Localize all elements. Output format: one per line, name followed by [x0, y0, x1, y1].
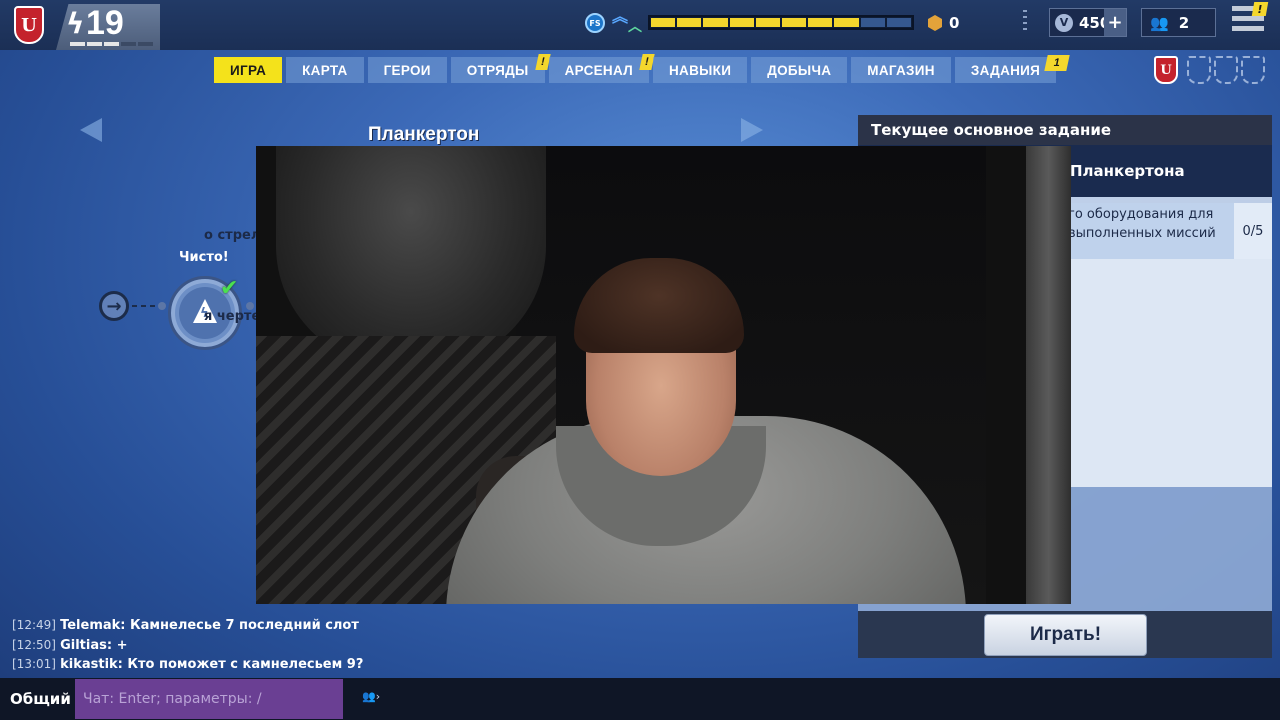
- chat-message: [12:50] Giltias: +: [12, 636, 363, 656]
- chat-timestamp: [12:49]: [12, 618, 56, 632]
- friends-count: 2: [1178, 13, 1190, 32]
- path-line: [132, 302, 166, 310]
- tab-label: ЗАДАНИЯ: [970, 62, 1041, 78]
- chat-channel-label[interactable]: Общий: [10, 690, 71, 708]
- menu-notification-badge: !: [1251, 2, 1269, 16]
- tab-label: КАРТА: [302, 62, 348, 78]
- prev-zone-arrow-icon[interactable]: [80, 118, 102, 142]
- webcam-microphone: [276, 146, 546, 366]
- vbucks-icon: V: [1055, 13, 1073, 32]
- empty-party-slot[interactable]: [1214, 56, 1238, 84]
- chat-input[interactable]: [75, 679, 343, 719]
- account-level: 19: [86, 4, 124, 42]
- power-level-bar: [648, 15, 914, 30]
- fortnite-fs-icon: FS: [585, 13, 605, 33]
- start-arrow-icon: →: [99, 291, 129, 321]
- chat-timestamp: [12:50]: [12, 637, 56, 652]
- play-button[interactable]: Играть!: [984, 614, 1147, 656]
- level-progress: [70, 42, 153, 46]
- tab-label: ДОБЫЧА: [767, 62, 832, 78]
- tab-5[interactable]: НАВЫКИ: [652, 57, 748, 83]
- tab-label: НАВЫКИ: [668, 62, 732, 78]
- chat-timestamp: [13:01]: [12, 657, 56, 671]
- tab-3[interactable]: ОТРЯДЫ!: [450, 54, 551, 83]
- empty-party-slot[interactable]: [1241, 56, 1265, 84]
- chat-users-icon[interactable]: 👥›: [362, 690, 380, 703]
- unreal-logo-icon: U: [14, 6, 44, 44]
- chat-message: [12:49] Telemak: Камнелесье 7 последний …: [12, 616, 363, 636]
- main-nav: ИГРА КАРТА ГЕРОИ ОТРЯДЫ! АРСЕНАЛ! НАВЫКИ ДОБЫЧ…: [214, 54, 1070, 83]
- tab-label: МАГАЗИН: [867, 62, 935, 78]
- webcam-overlay: [256, 146, 1071, 604]
- tab-1[interactable]: КАРТА: [286, 57, 364, 83]
- friends-icon: 👥: [1150, 13, 1169, 32]
- tab-8[interactable]: ЗАДАНИЯ 1: [954, 55, 1070, 83]
- power-bar-segment: [651, 18, 676, 27]
- tab-2[interactable]: ГЕРОИ: [367, 57, 447, 83]
- webcam-doorframe: [1026, 146, 1071, 604]
- tab-notification-badge: 1: [1044, 55, 1070, 71]
- chevron-up-green-icon: ︿: [628, 19, 642, 35]
- party-slots: [1187, 56, 1265, 84]
- power-bar-segment: [755, 18, 781, 27]
- banner-icon[interactable]: U: [1154, 56, 1178, 84]
- tab-4[interactable]: АРСЕНАЛ!: [548, 54, 655, 83]
- objective-text: го оборудования для выполненных миссий: [1068, 207, 1216, 241]
- power-bar-segment: [782, 18, 807, 27]
- tab-label: ГЕРОИ: [383, 62, 431, 78]
- gold-count: 0: [949, 14, 960, 32]
- tab-label: ИГРА: [230, 62, 267, 78]
- empty-party-slot[interactable]: [1187, 56, 1211, 84]
- next-zone-arrow-icon[interactable]: [741, 118, 763, 142]
- divider: [1023, 10, 1027, 34]
- power-bar-segment: [677, 18, 702, 27]
- checkmark-icon: ✔: [220, 276, 239, 301]
- power-bar-segment: [834, 18, 859, 27]
- power-bar-segment: [860, 18, 885, 27]
- tab-0[interactable]: ИГРА: [214, 57, 283, 83]
- chat-text: Giltias: +: [60, 637, 128, 653]
- quest-header: Текущее основное задание: [858, 115, 1272, 145]
- lightning-icon: ϟ: [66, 7, 85, 40]
- chat-message: [13:01] kikastik: Кто поможет с камнелес…: [12, 655, 363, 675]
- tab-label: АРСЕНАЛ: [564, 62, 633, 78]
- add-vbucks-button[interactable]: +: [1104, 9, 1126, 36]
- zone-title: Планкертон: [368, 124, 480, 145]
- power-bar-segment: [729, 18, 754, 27]
- chat-text: Telemak: Камнелесье 7 последний слот: [60, 618, 359, 633]
- objective-count: 0/5: [1234, 203, 1272, 259]
- power-bar-segment: [886, 18, 912, 27]
- power-bar-segment: [808, 18, 833, 27]
- chat-text: kikastik: Кто поможет с камнелесьем 9?: [60, 657, 364, 672]
- tab-7[interactable]: МАГАЗИН: [851, 57, 951, 83]
- power-bar-segment: [703, 18, 728, 27]
- tab-6[interactable]: ДОБЫЧА: [751, 57, 848, 83]
- tab-label: ОТРЯДЫ: [466, 62, 529, 78]
- vbucks-counter[interactable]: V 450 +: [1049, 8, 1127, 37]
- chat-log: [12:49] Telemak: Камнелесье 7 последний …: [12, 616, 363, 675]
- node-status-label: Чисто!: [179, 250, 229, 265]
- friends-button[interactable]: 👥 2: [1141, 8, 1216, 37]
- chevron-up-icon: ︽: [612, 7, 629, 26]
